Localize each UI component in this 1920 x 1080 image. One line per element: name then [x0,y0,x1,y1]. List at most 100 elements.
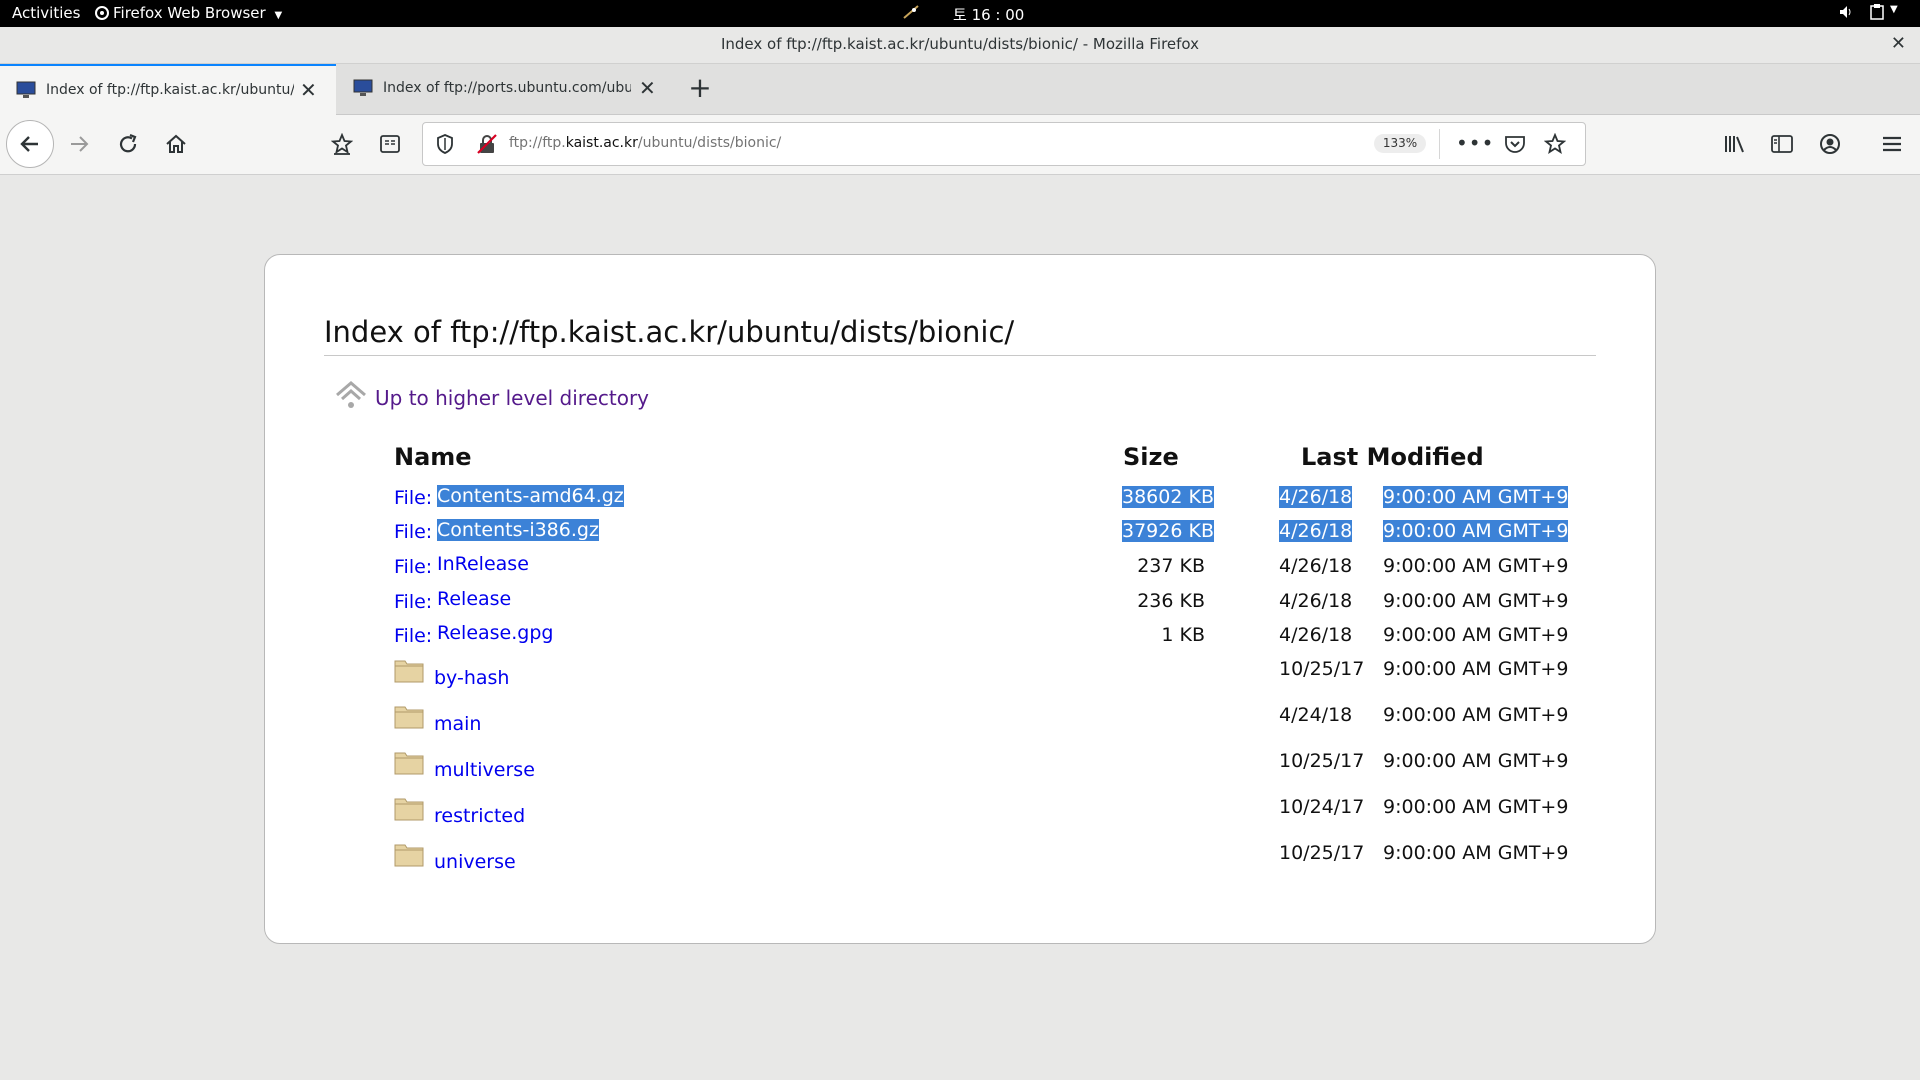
folder-time: 9:00:00 AM GMT+9 [1383,842,1569,864]
file-time: 9:00:00 AM GMT+9 [1383,624,1569,646]
folder-icon [394,798,424,821]
file-prefix: File: [394,556,433,578]
tab-ports-ubuntu[interactable]: Index of ftp://ports.ubuntu.com/ubuntu-p… [337,64,673,114]
file-time: 9:00:00 AM GMT+9 [1383,590,1569,612]
file-link[interactable]: Release [437,588,511,610]
column-header-last-modified[interactable]: Last Modified [1301,443,1484,471]
folder-link[interactable]: by-hash [434,667,509,689]
sidebar-button[interactable] [1765,127,1799,161]
clipboard-icon[interactable] [1870,4,1884,24]
app-name: Firefox Web Browser [113,4,266,22]
folder-link[interactable]: main [434,713,481,735]
hamburger-icon [1883,136,1901,152]
close-window-button[interactable]: ✕ [1891,33,1906,54]
menu-button[interactable] [1875,127,1909,161]
folder-link[interactable]: multiverse [434,759,535,781]
home-button[interactable] [159,127,193,161]
firefox-icon [95,6,109,20]
shield-icon[interactable] [436,134,454,154]
insecure-lock-icon[interactable] [476,133,498,155]
account-button[interactable] [1813,127,1847,161]
library-icon [1725,136,1744,153]
file-time: 9:00:00 AM GMT+9 [1383,520,1569,542]
folder-date: 10/25/17 [1279,842,1365,864]
firefox-app-menu[interactable]: Firefox Web Browser ▼ [95,4,282,22]
file-link[interactable]: Contents-i386.gz [437,519,599,541]
file-size: 37926 KB [1122,520,1214,542]
folder-link[interactable]: restricted [434,805,525,827]
zoom-level-button[interactable]: 133% [1374,134,1426,153]
computer-icon [353,79,373,96]
up-directory-icon[interactable] [333,377,369,413]
table-row: File: InRelease 237 KB 4/26/18 9:00:00 A… [265,552,1655,582]
file-size: 236 KB [1137,590,1205,612]
heading-divider [324,355,1596,356]
table-row: by-hash 10/25/17 9:00:00 AM GMT+9 [265,657,1655,689]
back-button[interactable] [6,120,54,168]
reader-view-button[interactable] [373,127,407,161]
window-titlebar: Index of ftp://ftp.kaist.ac.kr/ubuntu/di… [0,27,1920,64]
folder-date: 10/24/17 [1279,796,1365,818]
table-row: restricted 10/24/17 9:00:00 AM GMT+9 [265,795,1655,827]
new-tab-button[interactable]: + [683,72,717,106]
folder-time: 9:00:00 AM GMT+9 [1383,704,1569,726]
url-text[interactable]: ftp://ftp.kaist.ac.kr/ubuntu/dists/bioni… [509,135,781,151]
close-tab-icon[interactable]: ✕ [300,78,317,102]
file-link[interactable]: Release.gpg [437,622,553,644]
table-row: universe 10/25/17 9:00:00 AM GMT+9 [265,841,1655,873]
star-tray-icon [331,133,353,155]
account-icon [1820,134,1840,154]
file-date: 4/26/18 [1279,590,1353,612]
file-time: 9:00:00 AM GMT+9 [1383,486,1569,508]
folder-time: 9:00:00 AM GMT+9 [1383,658,1569,680]
reload-button[interactable] [111,127,145,161]
folder-time: 9:00:00 AM GMT+9 [1383,796,1569,818]
volume-icon[interactable] [1838,4,1854,24]
file-link[interactable]: Contents-amd64.gz [437,485,624,507]
up-directory-link[interactable]: Up to higher level directory [375,386,649,410]
folder-date: 10/25/17 [1279,750,1365,772]
table-row: File: Release.gpg 1 KB 4/26/18 9:00:00 A… [265,621,1655,651]
sidebar-icon [1771,135,1793,153]
table-row: File: Contents-i386.gz 37926 KB 4/26/18 … [265,518,1655,548]
folder-icon [394,752,424,775]
url-path: /ubuntu/dists/bionic/ [637,135,782,151]
chevron-down-icon[interactable]: ▼ [1890,4,1898,15]
file-link[interactable]: InRelease [437,553,529,575]
tab-label: Index of ftp://ftp.kaist.ac.kr/ubuntu/di… [46,82,294,98]
forward-button[interactable] [62,127,96,161]
directory-listing-card: Index of ftp://ftp.kaist.ac.kr/ubuntu/di… [264,254,1656,944]
file-date: 4/26/18 [1279,486,1353,508]
file-date: 4/26/18 [1279,555,1353,577]
file-prefix: File: [394,625,433,647]
bookmark-star-icon[interactable] [1544,133,1566,155]
folder-date: 4/24/18 [1279,704,1353,726]
table-row: File: Contents-amd64.gz 38602 KB 4/26/18… [265,483,1655,513]
tab-label: Index of ftp://ports.ubuntu.com/ubuntu-p… [383,80,631,96]
library-button[interactable] [1718,127,1752,161]
url-prefix: ftp://ftp. [509,135,566,151]
reader-icon [380,135,400,153]
page-actions-menu-icon[interactable]: ••• [1456,131,1494,155]
gnome-top-bar: Activities Firefox Web Browser ▼ 토 16 : … [0,0,1920,27]
file-size: 38602 KB [1122,486,1214,508]
pocket-icon[interactable] [1504,133,1526,155]
table-row: multiverse 10/25/17 9:00:00 AM GMT+9 [265,749,1655,781]
url-bar[interactable]: ftp://ftp.kaist.ac.kr/ubuntu/dists/bioni… [422,122,1586,166]
file-size: 1 KB [1161,624,1205,646]
urlbar-divider [1439,129,1440,159]
column-header-size[interactable]: Size [1123,443,1179,471]
home-icon [166,134,186,153]
arrow-left-icon [20,136,38,152]
clock[interactable]: 토 16 : 00 [953,4,1024,25]
arrow-right-icon [71,136,89,152]
folder-link[interactable]: universe [434,851,516,873]
folder-date: 10/25/17 [1279,658,1365,680]
save-to-page-button[interactable] [325,127,359,161]
tab-kaist[interactable]: Index of ftp://ftp.kaist.ac.kr/ubuntu/di… [0,64,336,116]
tray-icon[interactable] [902,4,920,24]
close-tab-icon[interactable]: ✕ [639,76,656,100]
column-header-name[interactable]: Name [394,443,472,471]
activities-button[interactable]: Activities [12,4,80,22]
file-date: 4/26/18 [1279,624,1353,646]
